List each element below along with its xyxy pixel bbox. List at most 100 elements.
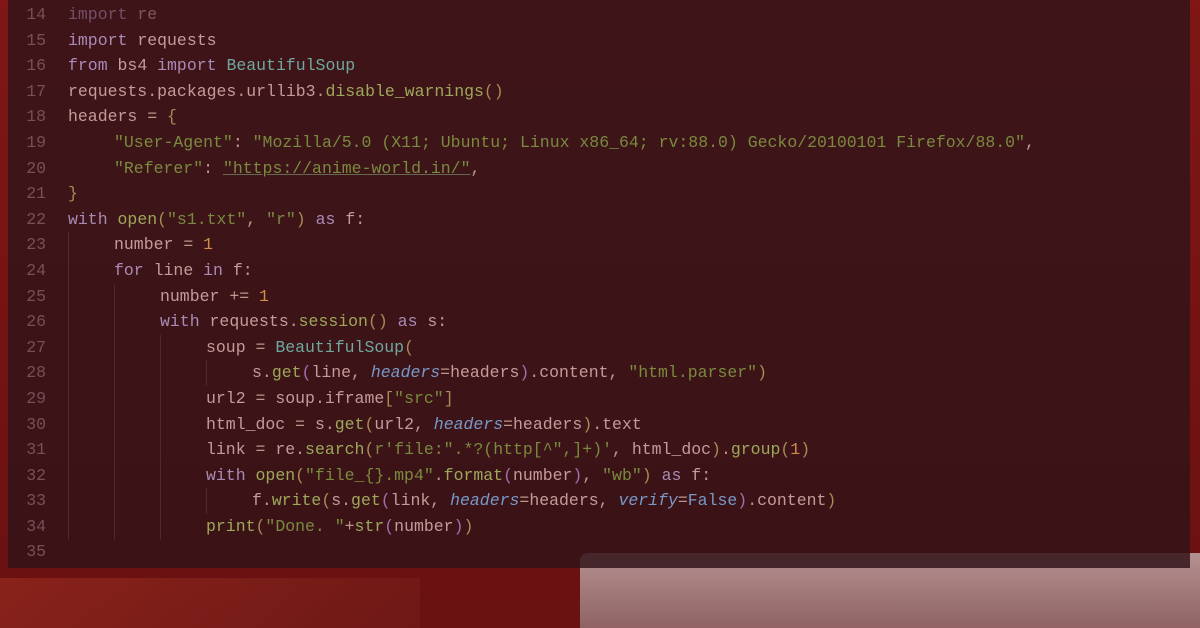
token: "r": [266, 210, 296, 229]
line-number: 32: [8, 463, 46, 489]
token: .: [747, 491, 757, 510]
token: 1: [203, 235, 213, 254]
token: soup: [206, 338, 256, 357]
token: f: [252, 491, 262, 510]
token: (): [484, 82, 504, 101]
code-line[interactable]: headers = {: [56, 104, 1190, 130]
token: (: [503, 466, 513, 485]
token: import: [157, 56, 226, 75]
line-number: 33: [8, 488, 46, 514]
token: format: [444, 466, 503, 485]
token: [: [384, 389, 394, 408]
token: ): [572, 466, 582, 485]
token: (: [256, 517, 266, 536]
token: =: [256, 440, 276, 459]
code-line[interactable]: soup = BeautifulSoup(: [56, 335, 1190, 361]
token: .: [315, 389, 325, 408]
token: ,: [582, 466, 602, 485]
token: packages: [157, 82, 236, 101]
code-line[interactable]: with open("file_{}.mp4".format(number), …: [56, 463, 1190, 489]
code-line[interactable]: with open("s1.txt", "r") as f:: [56, 207, 1190, 233]
token: ): [826, 491, 836, 510]
code-line[interactable]: }: [56, 181, 1190, 207]
code-line[interactable]: with requests.session() as s:: [56, 309, 1190, 335]
code-line[interactable]: html_doc = s.get(url2, headers=headers).…: [56, 412, 1190, 438]
code-line[interactable]: import re: [56, 2, 1190, 28]
token: write: [272, 491, 322, 510]
token: (: [384, 517, 394, 536]
token: in: [203, 261, 233, 280]
token: ,: [612, 440, 632, 459]
line-number-gutter: 1415161718192021222324252627282930313233…: [8, 0, 56, 568]
code-line[interactable]: number = 1: [56, 232, 1190, 258]
token: (: [404, 338, 414, 357]
code-line[interactable]: "User-Agent": "Mozilla/5.0 (X11; Ubuntu;…: [56, 130, 1190, 156]
token: False: [688, 491, 738, 510]
line-number: 17: [8, 79, 46, 105]
token: r'file:".*?(http[^",]+)': [374, 440, 612, 459]
token: =: [256, 389, 276, 408]
token: =: [147, 107, 167, 126]
token: "User-Agent": [114, 133, 233, 152]
token: open: [118, 210, 158, 229]
token: .: [341, 491, 351, 510]
code-editor[interactable]: 1415161718192021222324252627282930313233…: [8, 0, 1190, 568]
token: as: [398, 312, 428, 331]
token: disable_warnings: [325, 82, 483, 101]
code-line[interactable]: from bs4 import BeautifulSoup: [56, 53, 1190, 79]
token: (: [157, 210, 167, 229]
code-line[interactable]: for line in f:: [56, 258, 1190, 284]
code-line[interactable]: "Referer": "https://anime-world.in/",: [56, 156, 1190, 182]
token: s: [331, 491, 341, 510]
line-number: 31: [8, 437, 46, 463]
token: :: [243, 261, 253, 280]
token: with: [206, 466, 256, 485]
token: headers: [68, 107, 147, 126]
token: (: [364, 415, 374, 434]
code-area[interactable]: import reimport requestsfrom bs4 import …: [56, 0, 1190, 568]
token: headers: [450, 491, 519, 510]
token: ,: [351, 363, 371, 382]
token: headers: [529, 491, 598, 510]
code-line[interactable]: requests.packages.urllib3.disable_warnin…: [56, 79, 1190, 105]
token: ): [757, 363, 767, 382]
token: headers: [371, 363, 440, 382]
token: link: [206, 440, 256, 459]
line-number: 25: [8, 284, 46, 310]
token: .: [721, 440, 731, 459]
token: +=: [229, 287, 259, 306]
token: 1: [790, 440, 800, 459]
token: number: [394, 517, 453, 536]
token: BeautifulSoup: [226, 56, 355, 75]
token: ,: [246, 210, 266, 229]
token: "wb": [602, 466, 642, 485]
token: {: [167, 107, 177, 126]
token: (): [368, 312, 398, 331]
token: ): [737, 491, 747, 510]
token: =: [503, 415, 513, 434]
token: url2: [374, 415, 414, 434]
token: content: [757, 491, 826, 510]
token: .: [147, 82, 157, 101]
code-line[interactable]: import requests: [56, 28, 1190, 54]
token: BeautifulSoup: [275, 338, 404, 357]
indent-guide: [160, 335, 161, 540]
code-line[interactable]: s.get(line, headers=headers).content, "h…: [56, 360, 1190, 386]
code-line[interactable]: link = re.search(r'file:".*?(http[^",]+)…: [56, 437, 1190, 463]
token: requests: [68, 82, 147, 101]
token: "file_{}.mp4": [305, 466, 434, 485]
token: "html.parser": [628, 363, 757, 382]
token: =: [519, 491, 529, 510]
code-line[interactable]: number += 1: [56, 284, 1190, 310]
indent-guide: [206, 360, 207, 386]
token: ): [519, 363, 529, 382]
code-line[interactable]: [56, 539, 1190, 565]
code-line[interactable]: f.write(s.get(link, headers=headers, ver…: [56, 488, 1190, 514]
token: "Mozilla/5.0 (X11; Ubuntu; Linux x86_64;…: [253, 133, 1025, 152]
token: .: [316, 82, 326, 101]
code-line[interactable]: url2 = soup.iframe["src"]: [56, 386, 1190, 412]
token: "Done. ": [265, 517, 344, 536]
token: "src": [394, 389, 444, 408]
token: str: [355, 517, 385, 536]
code-line[interactable]: print("Done. "+str(number)): [56, 514, 1190, 540]
